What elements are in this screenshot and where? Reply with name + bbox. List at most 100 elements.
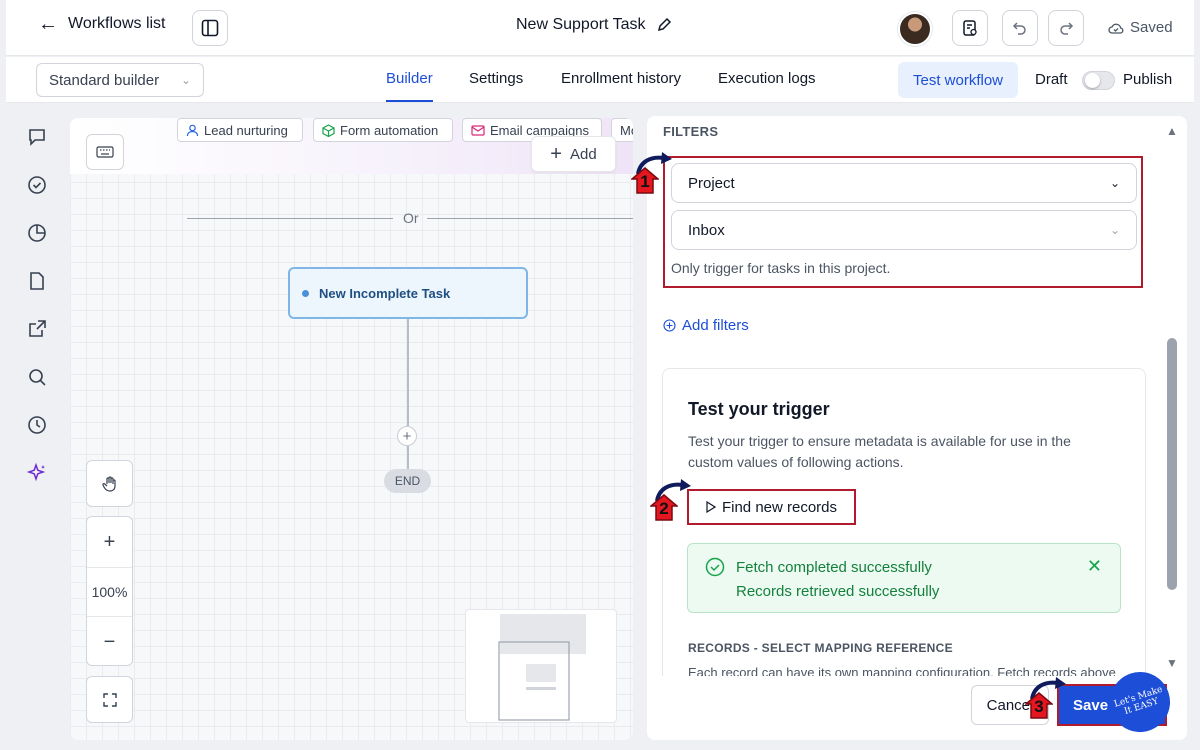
filter-field-select[interactable]: Project ⌄ <box>671 163 1137 203</box>
pencil-edit-icon[interactable] <box>656 17 672 33</box>
chat-icon[interactable] <box>26 126 48 148</box>
zoom-in-button[interactable]: + <box>87 517 132 567</box>
toggle-knob <box>1085 73 1100 88</box>
close-icon[interactable]: ✕ <box>1087 556 1102 577</box>
zoom-out-button[interactable]: − <box>87 617 132 667</box>
plus-circle-icon <box>663 319 676 332</box>
document-settings-icon <box>963 20 977 36</box>
test-workflow-button[interactable]: Test workflow <box>898 62 1018 98</box>
publish-toggle[interactable] <box>1082 71 1115 90</box>
sparkles-ai-icon[interactable] <box>26 462 48 484</box>
redo-icon <box>1060 22 1074 35</box>
workflow-canvas[interactable]: Lead nurturing Form automation Email cam… <box>70 118 633 740</box>
keyboard-icon <box>96 146 114 158</box>
add-step-button[interactable]: + <box>397 426 417 446</box>
or-label: Or <box>403 210 419 226</box>
user-avatar[interactable] <box>898 12 932 46</box>
test-trigger-card: Test your trigger Test your trigger to e… <box>662 368 1146 688</box>
badge-number: 3 <box>1034 697 1044 716</box>
minimap-preview <box>498 614 586 721</box>
tab-execution-logs[interactable]: Execution logs <box>718 70 816 87</box>
publish-label: Publish <box>1123 71 1173 88</box>
undo-icon <box>1012 22 1026 35</box>
file-icon[interactable] <box>26 270 48 292</box>
save-status-text: Saved <box>1130 19 1173 36</box>
save-status: Saved <box>1108 19 1173 36</box>
pan-hand-button[interactable] <box>86 460 133 507</box>
left-tool-rail <box>6 104 64 744</box>
back-to-workflows-link[interactable]: ← Workflows list <box>38 14 166 34</box>
minimap[interactable] <box>465 609 617 723</box>
history-clock-icon[interactable] <box>26 414 48 436</box>
connector-line <box>407 446 409 469</box>
add-template-button[interactable]: + Add <box>531 136 616 172</box>
chip-lead-nurturing[interactable]: Lead nurturing <box>177 118 303 142</box>
keyboard-shortcuts-button[interactable] <box>86 134 124 170</box>
undo-button[interactable] <box>1002 10 1038 46</box>
check-circle-icon[interactable] <box>26 174 48 196</box>
badge-number: 2 <box>659 499 669 518</box>
badge-number: 1 <box>640 172 650 191</box>
trigger-node-label: New Incomplete Task <box>319 285 451 301</box>
plus-icon: + <box>550 142 562 165</box>
arrow-left-icon: ← <box>38 13 58 35</box>
zoom-level[interactable]: 100% <box>87 567 132 617</box>
success-alert: Fetch completed successfully Records ret… <box>687 543 1121 613</box>
zoom-controls: + 100% − <box>86 516 133 666</box>
scroll-up-arrow[interactable]: ▲ <box>1166 124 1178 138</box>
redo-button[interactable] <box>1048 10 1084 46</box>
builder-nav: Standard builder ⌄ Builder Settings Enro… <box>6 57 1194 103</box>
tab-builder[interactable]: Builder <box>386 70 433 102</box>
pie-chart-icon[interactable] <box>26 222 48 244</box>
test-trigger-title: Test your trigger <box>688 399 830 419</box>
chevron-down-icon: ⌄ <box>1109 223 1120 237</box>
fit-view-button[interactable] <box>86 676 133 723</box>
logs-button[interactable] <box>952 10 988 46</box>
panel-scrollbar[interactable] <box>1167 338 1177 590</box>
search-icon[interactable] <box>26 366 48 388</box>
workflow-title-text: New Support Task <box>516 16 646 33</box>
success-subtitle: Records retrieved successfully <box>736 583 940 600</box>
chip-label: Lead nurturing <box>204 122 288 138</box>
success-title: Fetch completed successfully <box>736 559 932 576</box>
chip-form-automation[interactable]: Form automation <box>313 118 453 142</box>
draft-label: Draft <box>1035 71 1068 88</box>
filter-value: Inbox <box>688 221 725 239</box>
hand-icon <box>101 475 116 492</box>
trigger-settings-panel: FILTERS Project ⌄ Inbox ⌄ Only trigger f… <box>647 116 1187 740</box>
filter-field-value: Project <box>688 174 735 192</box>
end-node: END <box>384 469 431 493</box>
user-icon <box>186 124 199 136</box>
annotation-badge-2: 2 <box>647 479 691 523</box>
tab-enrollment-history[interactable]: Enrollment history <box>561 70 681 87</box>
test-trigger-description: Test your trigger to ensure metadata is … <box>688 433 1071 470</box>
check-circle-icon <box>705 557 725 577</box>
chevron-down-icon: ⌄ <box>1109 176 1120 190</box>
filter-value-select[interactable]: Inbox ⌄ <box>671 210 1137 250</box>
add-filters-link[interactable]: Add filters <box>663 317 749 334</box>
filters-heading: FILTERS <box>663 124 719 139</box>
find-new-records-button[interactable]: Find new records <box>687 489 856 525</box>
tab-settings[interactable]: Settings <box>469 70 523 87</box>
annotation-badge-1: 1 <box>628 152 672 196</box>
builder-mode-select[interactable]: Standard builder ⌄ <box>36 63 204 97</box>
top-header: ← Workflows list New Support Task Saved <box>6 0 1194 56</box>
toggle-sidebar-button[interactable] <box>192 10 228 46</box>
connector-line <box>407 319 409 426</box>
scroll-down-arrow[interactable]: ▼ <box>1166 656 1178 670</box>
expand-icon <box>102 692 117 707</box>
filter-help-text: Only trigger for tasks in this project. <box>671 260 891 276</box>
add-filters-label: Add filters <box>682 317 749 334</box>
find-button-label: Find new records <box>721 498 838 516</box>
workflow-title[interactable]: New Support Task <box>516 16 672 34</box>
sidebar-panel-icon <box>201 19 219 37</box>
cloud-check-icon <box>1108 23 1124 34</box>
trigger-node[interactable]: New Incomplete Task <box>288 267 528 319</box>
external-link-icon[interactable] <box>26 318 48 340</box>
chip-label: Form automation <box>340 122 439 138</box>
builder-mode-value: Standard builder <box>49 71 160 89</box>
divider-right <box>427 218 633 219</box>
status-dot <box>302 289 309 297</box>
chevron-down-icon: ⌄ <box>180 73 191 87</box>
records-heading: RECORDS - SELECT MAPPING REFERENCE <box>688 641 953 655</box>
